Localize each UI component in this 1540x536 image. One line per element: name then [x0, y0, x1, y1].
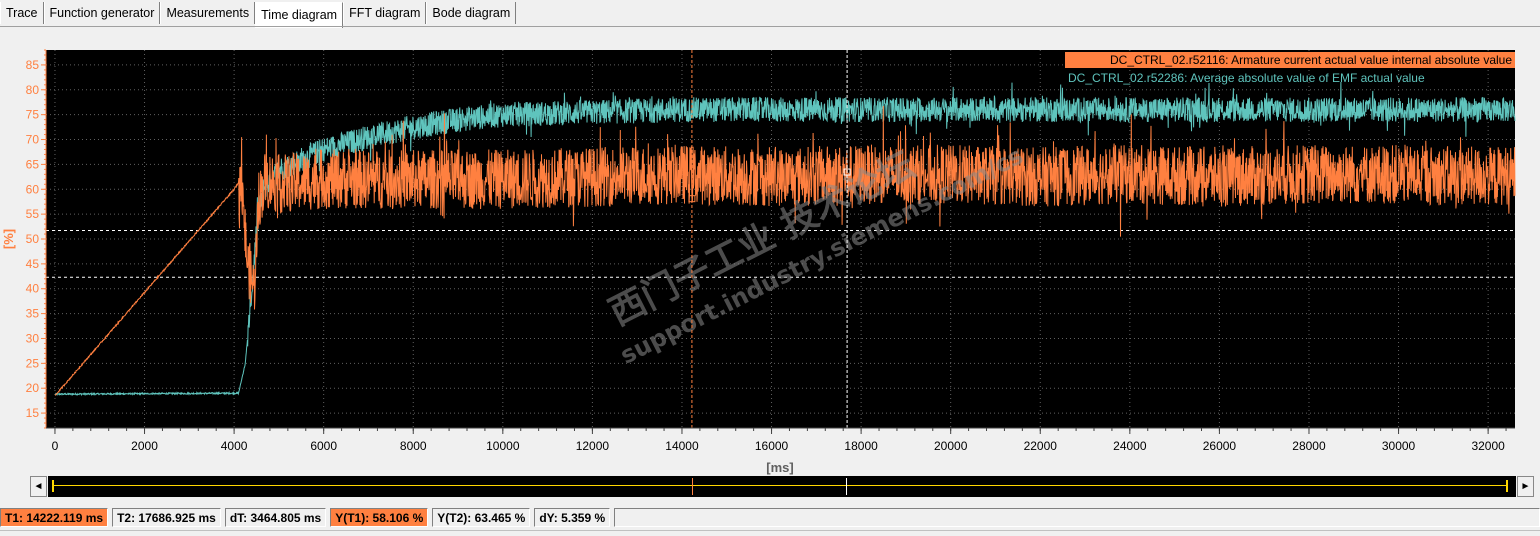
x-tick-label: 20000: [934, 439, 968, 453]
x-tick-label: 16000: [755, 439, 789, 453]
y-tick-label: 25: [26, 356, 40, 370]
time-scrollbar[interactable]: ◄ ►: [30, 476, 1534, 497]
y-tick-label: 80: [26, 83, 40, 97]
scroll-cursor-t1-mark: [692, 478, 694, 495]
x-tick-label: 32000: [1471, 439, 1505, 453]
status-y-t2: Y(T2): 63.465 %: [432, 508, 531, 527]
status-dy: dY: 5.359 %: [534, 508, 611, 527]
x-tick-label: 4000: [221, 439, 248, 453]
y-tick-label: 70: [26, 133, 40, 147]
tab-measurements[interactable]: Measurements: [160, 2, 256, 24]
y-tick-label: 15: [26, 406, 40, 420]
x-tick-label: 24000: [1113, 439, 1147, 453]
tab-trace[interactable]: Trace: [0, 2, 44, 24]
status-bar: T1: 14222.119 ms T2: 17686.925 ms dT: 34…: [0, 508, 1540, 527]
tab-time-diagram[interactable]: Time diagram: [255, 2, 344, 28]
y-axis: 15 20 25 30 35 40 45 50 55 60 65 70 75 80 85: [26, 49, 47, 429]
tab-divider: [0, 26, 1540, 27]
x-tick-label: 30000: [1382, 439, 1416, 453]
tab-function-generator[interactable]: Function generator: [43, 2, 161, 24]
legend-item-1-label: DC_CTRL_02.r52286: Average absolute valu…: [1068, 71, 1425, 85]
status-t1: T1: 14222.119 ms: [0, 508, 109, 527]
scroll-range-handle[interactable]: [52, 480, 1508, 492]
y-tick-label: 55: [26, 207, 40, 221]
scroll-track[interactable]: [48, 476, 1516, 497]
status-dt: dT: 3464.805 ms: [224, 508, 327, 527]
status-empty-field: [614, 508, 1540, 527]
y-tick-label: 40: [26, 282, 40, 296]
tab-fft-diagram[interactable]: FFT diagram: [343, 2, 427, 24]
y-tick-label: 85: [26, 58, 40, 72]
legend-item-0-label: DC_CTRL_02.r52116: Armature current actu…: [1110, 53, 1512, 67]
x-tick-label: 14000: [665, 439, 699, 453]
y-tick-label: 30: [26, 331, 40, 345]
x-axis: 0 2000 4000 6000 8000 10000 12000 14000 16000 180…: [46, 427, 1515, 453]
x-tick-label: 2000: [131, 439, 158, 453]
x-tick-label: 26000: [1203, 439, 1237, 453]
tab-bode-diagram[interactable]: Bode diagram: [426, 2, 517, 24]
x-tick-label: 22000: [1024, 439, 1058, 453]
x-tick-label: 8000: [400, 439, 427, 453]
y-tick-label: 35: [26, 307, 40, 321]
x-tick-label: 12000: [576, 439, 610, 453]
y-tick-label: 45: [26, 257, 40, 271]
x-tick-label: 28000: [1292, 439, 1326, 453]
x-tick-label: 10000: [486, 439, 520, 453]
x-tick-label: 0: [52, 439, 59, 453]
status-t2: T2: 17686.925 ms: [112, 508, 221, 527]
y-tick-label: 60: [26, 182, 40, 196]
scroll-cursor-t2-mark: [846, 478, 847, 495]
y-tick-label: 50: [26, 232, 40, 246]
y-tick-label: 20: [26, 381, 40, 395]
bottom-edge: [0, 530, 1540, 536]
time-diagram-panel: 西门子工业 技术论坛 support.industry.siemens.com/…: [0, 33, 1540, 475]
status-y-t1: Y(T1): 58.106 %: [330, 508, 429, 527]
scroll-left-button[interactable]: ◄: [30, 476, 47, 497]
x-tick-label: 18000: [844, 439, 878, 453]
scroll-right-button[interactable]: ►: [1517, 476, 1534, 497]
y-axis-label: [%]: [1, 229, 16, 249]
y-tick-label: 65: [26, 157, 40, 171]
tab-bar: Trace Function generator Measurements Ti…: [0, 2, 517, 28]
y-tick-label: 75: [26, 108, 40, 122]
x-tick-label: 6000: [310, 439, 337, 453]
x-axis-label: [ms]: [766, 460, 793, 475]
time-diagram-chart[interactable]: 西门子工业 技术论坛 support.industry.siemens.com/…: [0, 33, 1540, 475]
